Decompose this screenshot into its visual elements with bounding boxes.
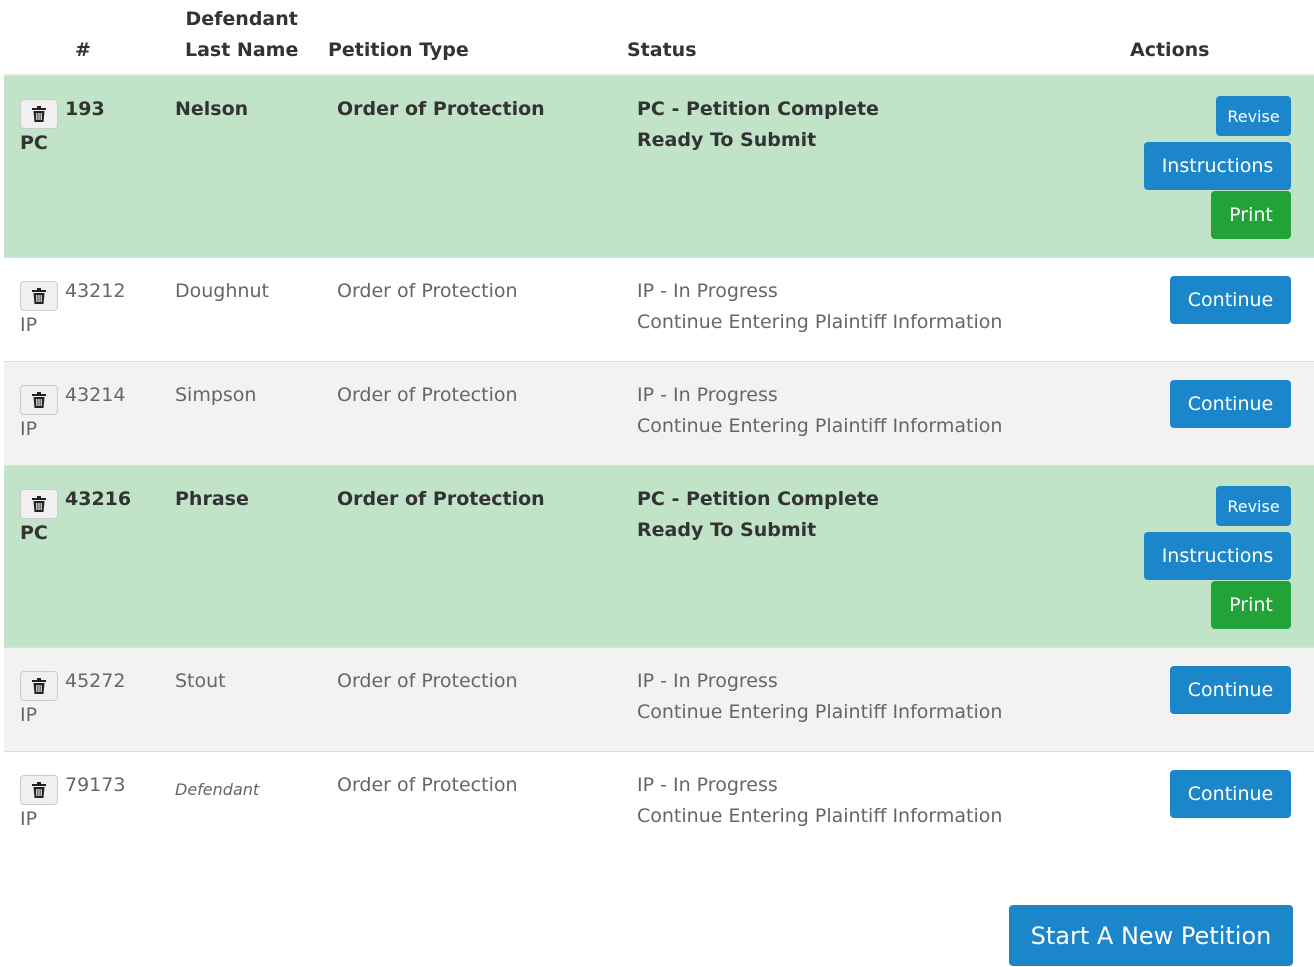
table-row: 43214 IP Simpson Order of Protection IP … bbox=[4, 362, 1314, 466]
petition-number: 193 bbox=[65, 98, 105, 120]
petition-number: 79173 bbox=[65, 774, 126, 796]
delete-button[interactable] bbox=[20, 99, 58, 129]
start-new-petition-button[interactable]: Start A New Petition bbox=[1009, 905, 1293, 966]
continue-button[interactable]: Continue bbox=[1170, 276, 1291, 324]
table-row: 45272 IP Stout Order of Protection IP - … bbox=[4, 648, 1314, 752]
table-header: # Defendant Last Name Petition Type Stat… bbox=[4, 0, 1314, 76]
petition-number: 43214 bbox=[65, 384, 126, 406]
status-text: IP - In Progress bbox=[637, 670, 778, 692]
petition-type: Order of Protection bbox=[337, 280, 518, 302]
petitions-table: # Defendant Last Name Petition Type Stat… bbox=[4, 0, 1314, 856]
status-detail: Continue Entering Plaintiff Information bbox=[637, 805, 1003, 827]
status-code: PC bbox=[20, 522, 48, 544]
defendant-last-name: Defendant bbox=[175, 780, 260, 799]
status-detail: Ready To Submit bbox=[637, 519, 817, 541]
defendant-last-name: Stout bbox=[175, 670, 226, 692]
table-row: 193 PC Nelson Order of Protection PC - P… bbox=[4, 76, 1314, 258]
status-detail: Ready To Submit bbox=[637, 129, 817, 151]
petition-number: 43212 bbox=[65, 280, 126, 302]
delete-button[interactable] bbox=[20, 775, 58, 805]
status-text: IP - In Progress bbox=[637, 774, 778, 796]
status-code: IP bbox=[20, 314, 38, 336]
petition-number: 43216 bbox=[65, 488, 132, 510]
continue-button[interactable]: Continue bbox=[1170, 380, 1291, 428]
petition-type: Order of Protection bbox=[337, 98, 545, 120]
status-text: IP - In Progress bbox=[637, 280, 778, 302]
petition-type: Order of Protection bbox=[337, 774, 518, 796]
petition-type: Order of Protection bbox=[337, 384, 518, 406]
status-text: IP - In Progress bbox=[637, 384, 778, 406]
header-actions: Actions bbox=[1130, 39, 1210, 61]
defendant-last-name: Simpson bbox=[175, 384, 257, 406]
trash-icon bbox=[32, 496, 46, 512]
instructions-button[interactable]: Instructions bbox=[1144, 142, 1291, 190]
trash-icon bbox=[32, 782, 46, 798]
trash-icon bbox=[32, 106, 46, 122]
continue-button[interactable]: Continue bbox=[1170, 666, 1291, 714]
status-detail: Continue Entering Plaintiff Information bbox=[637, 415, 1003, 437]
print-button[interactable]: Print bbox=[1211, 581, 1291, 629]
revise-button[interactable]: Revise bbox=[1216, 486, 1291, 526]
status-code: IP bbox=[20, 808, 38, 830]
header-defendant-line2: Last Name bbox=[185, 39, 299, 61]
header-defendant-last-name: Defendant Last Name bbox=[185, 4, 298, 66]
delete-button[interactable] bbox=[20, 281, 58, 311]
status-detail: Continue Entering Plaintiff Information bbox=[637, 701, 1003, 723]
header-petition-type: Petition Type bbox=[328, 39, 469, 61]
table-row: 43212 IP Doughnut Order of Protection IP… bbox=[4, 258, 1314, 362]
table-row: 79173 IP Defendant Order of Protection I… bbox=[4, 752, 1314, 856]
trash-icon bbox=[32, 288, 46, 304]
defendant-last-name: Phrase bbox=[175, 488, 249, 510]
header-number: # bbox=[75, 39, 91, 61]
trash-icon bbox=[32, 392, 46, 408]
status-detail: Continue Entering Plaintiff Information bbox=[637, 311, 1003, 333]
status-code: IP bbox=[20, 704, 38, 726]
header-status: Status bbox=[627, 39, 697, 61]
header-defendant-line1: Defendant bbox=[185, 8, 298, 30]
instructions-button[interactable]: Instructions bbox=[1144, 532, 1291, 580]
trash-icon bbox=[32, 678, 46, 694]
revise-button[interactable]: Revise bbox=[1216, 96, 1291, 136]
delete-button[interactable] bbox=[20, 385, 58, 415]
status-text: PC - Petition Complete bbox=[637, 98, 879, 120]
continue-button[interactable]: Continue bbox=[1170, 770, 1291, 818]
petition-number: 45272 bbox=[65, 670, 126, 692]
petition-type: Order of Protection bbox=[337, 670, 518, 692]
table-row: 43216 PC Phrase Order of Protection PC -… bbox=[4, 466, 1314, 648]
print-button[interactable]: Print bbox=[1211, 191, 1291, 239]
petition-type: Order of Protection bbox=[337, 488, 545, 510]
defendant-last-name: Nelson bbox=[175, 98, 249, 120]
status-text: PC - Petition Complete bbox=[637, 488, 879, 510]
delete-button[interactable] bbox=[20, 671, 58, 701]
status-code: IP bbox=[20, 418, 38, 440]
status-code: PC bbox=[20, 132, 48, 154]
delete-button[interactable] bbox=[20, 489, 58, 519]
defendant-last-name: Doughnut bbox=[175, 280, 269, 302]
